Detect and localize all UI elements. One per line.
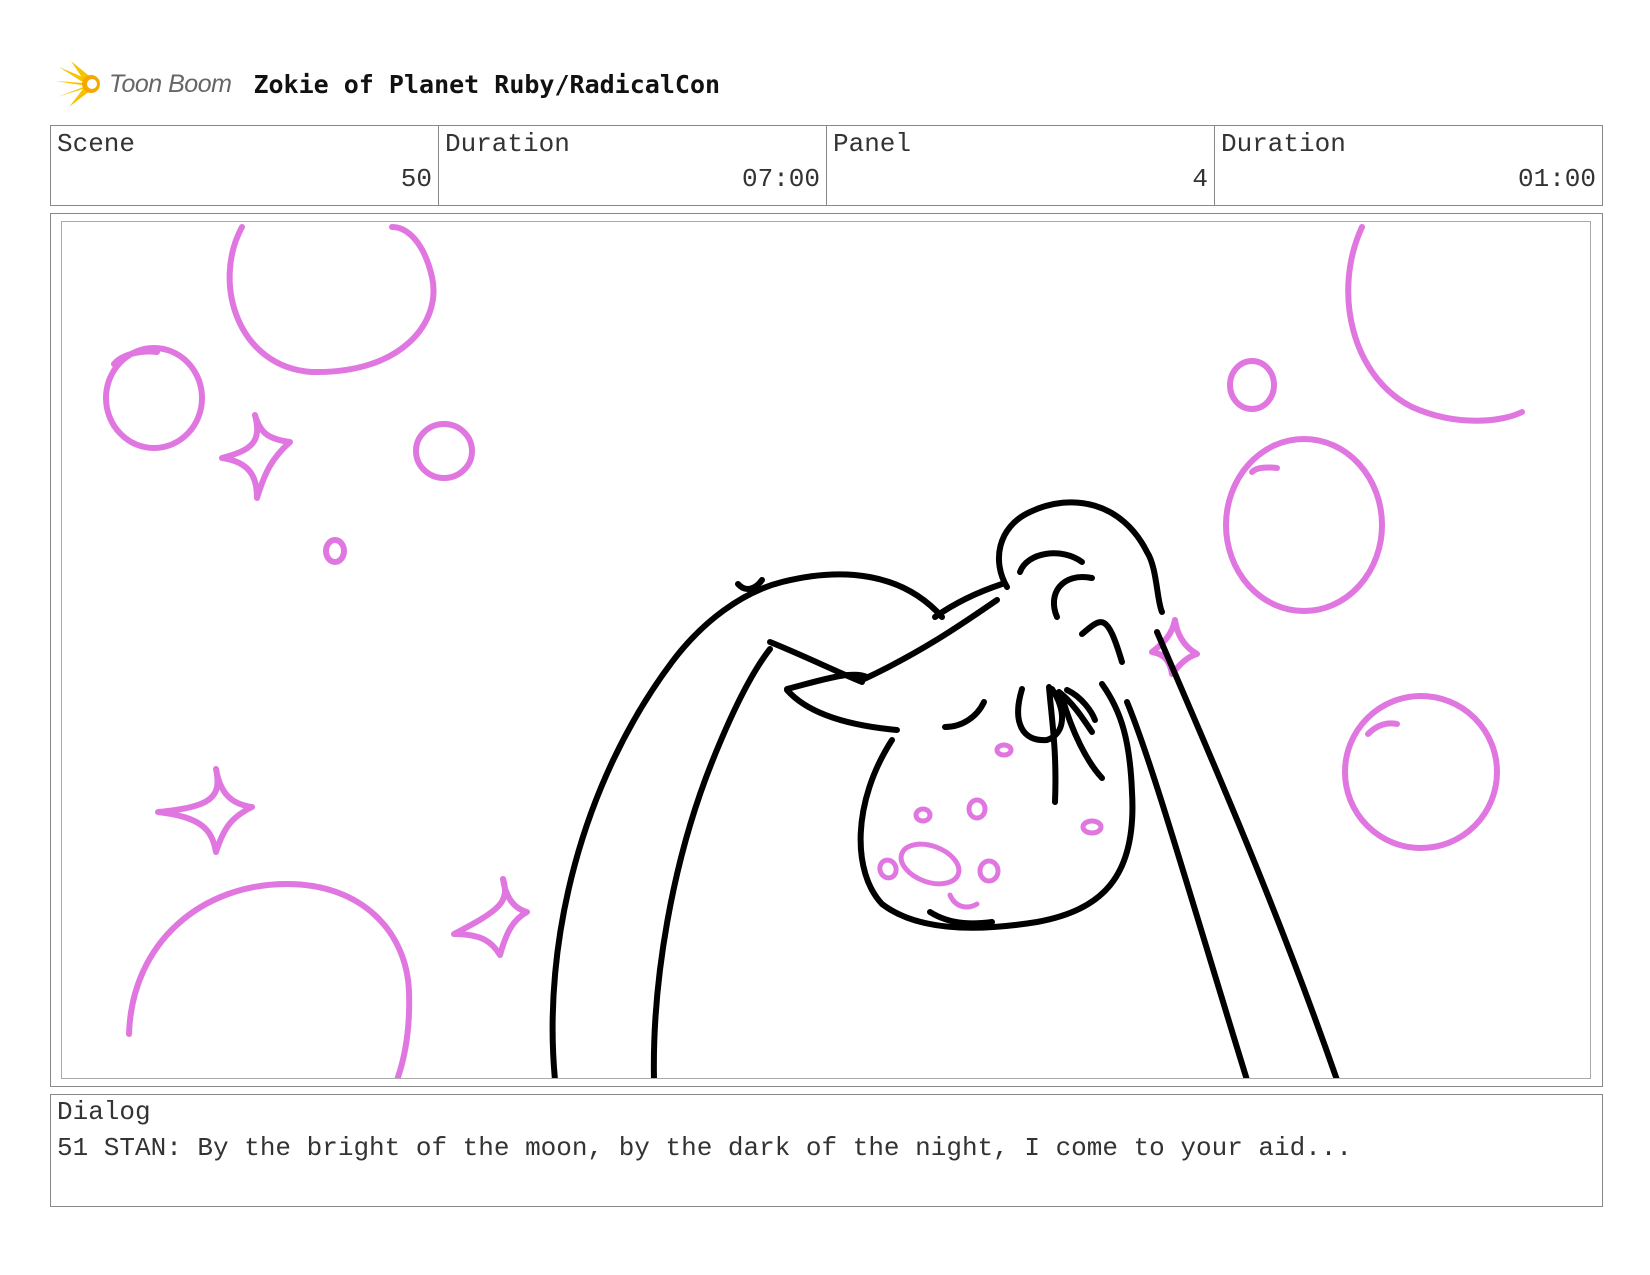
finger	[1079, 619, 1125, 665]
scene-duration-label: Duration	[445, 129, 570, 159]
bubble	[323, 537, 347, 565]
hair-strand	[1059, 694, 1105, 781]
mouth	[898, 841, 962, 887]
panel-value: 4	[1192, 164, 1208, 194]
storyboard-panel	[50, 213, 1603, 1087]
bubble	[413, 421, 475, 481]
chin	[927, 909, 995, 927]
chin-mark	[947, 892, 980, 910]
storyboard-sketch	[103, 224, 1525, 1078]
face-outline	[857, 681, 1136, 931]
scene-value: 50	[400, 164, 432, 194]
bubble	[226, 224, 437, 376]
sparkle-bubbles	[103, 224, 1525, 1078]
project-title: Zokie of Planet Ruby/RadicalCon	[253, 69, 721, 99]
panel-duration-cell: Duration 01:00	[1215, 126, 1602, 205]
scene-cell: Scene 50	[51, 126, 439, 205]
closed-eye	[942, 699, 987, 730]
toon-boom-logo: Toon Boom	[55, 59, 232, 109]
hair-strand	[1046, 684, 1059, 805]
right-arm-inner	[1124, 699, 1250, 1078]
panel-label: Panel	[833, 129, 912, 159]
panel-duration-label: Duration	[1221, 129, 1346, 159]
sparkle	[219, 412, 293, 501]
finger	[1017, 550, 1085, 575]
dialog-text: 51 STAN: By the bright of the moon, by t…	[57, 1133, 1353, 1163]
bubble	[1223, 436, 1385, 614]
bubble	[1227, 358, 1277, 412]
cheek-dot	[994, 742, 1014, 758]
scene-duration-value: 07:00	[741, 164, 820, 194]
character-sketch	[549, 499, 1340, 1078]
scene-info-table: Scene 50 Duration 07:00 Panel 4 Duration…	[50, 125, 1603, 206]
finger	[1050, 574, 1095, 620]
bubble	[1345, 224, 1525, 424]
head-top	[859, 597, 1000, 683]
bubble	[1249, 464, 1280, 475]
panel-cell: Panel 4	[827, 126, 1215, 205]
hand	[784, 687, 900, 733]
page-header: Toon Boom Zokie of Planet Ruby/RadicalCo…	[55, 58, 720, 110]
cheek-dot	[966, 797, 988, 821]
scene-label: Scene	[57, 129, 136, 159]
cheek-dot	[913, 806, 933, 824]
panel-drawing-area	[61, 221, 1591, 1079]
panel-duration-value: 01:00	[1517, 164, 1596, 194]
starburst-icon	[55, 61, 100, 107]
face-details	[877, 742, 1104, 910]
bubble	[1342, 693, 1500, 851]
cheek-dot	[977, 858, 1001, 884]
dialog-section: Dialog 51 STAN: By the bright of the moo…	[50, 1094, 1603, 1207]
sparkle	[451, 876, 530, 958]
bubble	[126, 881, 413, 1078]
right-arm-outer	[1154, 629, 1340, 1078]
bubble	[103, 345, 205, 451]
scene-duration-cell: Duration 07:00	[439, 126, 827, 205]
cheek-dot	[877, 857, 899, 881]
left-arm-inner	[650, 646, 773, 1078]
logo-text: Toon Boom	[109, 69, 232, 98]
sleeve	[735, 577, 765, 592]
dialog-label: Dialog	[57, 1097, 151, 1127]
left-arm-outer	[549, 571, 945, 1078]
sparkle	[155, 766, 255, 855]
cheek-dot	[1080, 818, 1104, 836]
right-arm-top	[995, 499, 1165, 615]
bubble	[1365, 720, 1400, 737]
